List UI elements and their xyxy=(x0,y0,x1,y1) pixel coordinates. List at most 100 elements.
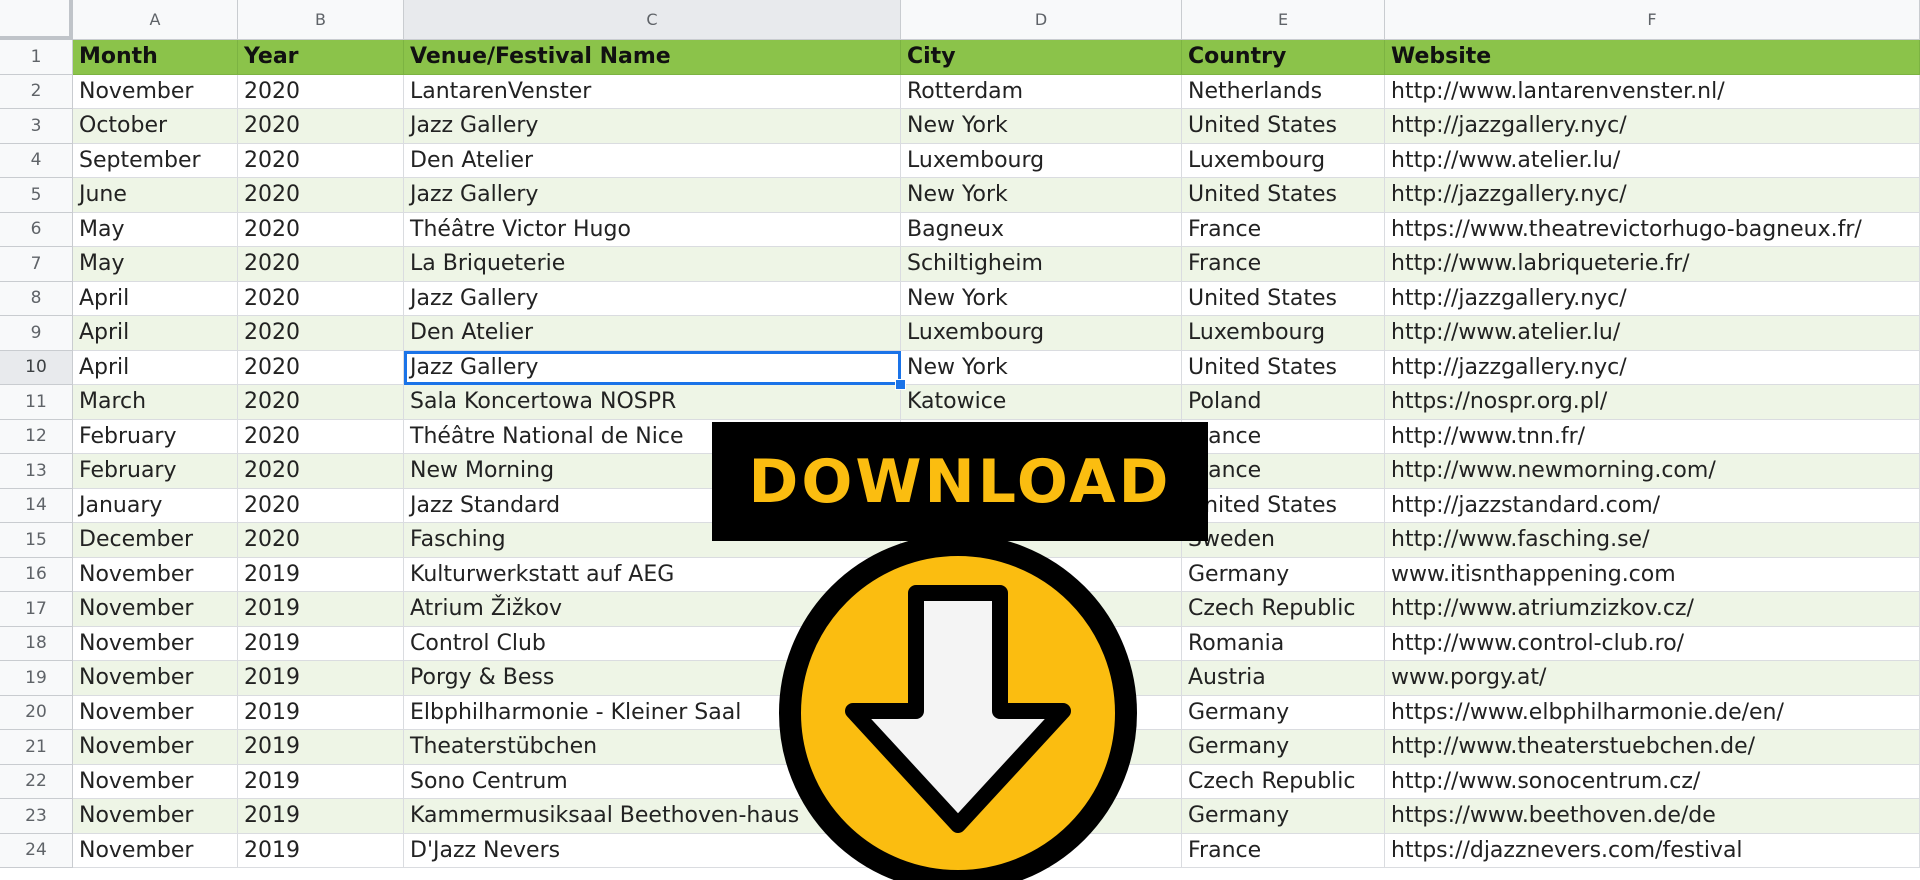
cell-website[interactable]: https://nospr.org.pl/ xyxy=(1385,385,1920,420)
row-header-14[interactable]: 14 xyxy=(0,488,73,523)
cell-country[interactable]: France xyxy=(1182,212,1385,247)
cell-year[interactable]: 2020 xyxy=(238,488,404,523)
cell-month[interactable]: April xyxy=(73,316,238,351)
row-header-19[interactable]: 19 xyxy=(0,661,73,696)
cell-country[interactable]: Poland xyxy=(1182,385,1385,420)
cell-year[interactable]: 2020 xyxy=(238,523,404,558)
cell-website[interactable]: http://www.atriumzizkov.cz/ xyxy=(1385,592,1920,627)
row-header-4[interactable]: 4 xyxy=(0,143,73,178)
cell-country[interactable]: Germany xyxy=(1182,730,1385,765)
cell-country[interactable]: France xyxy=(1182,247,1385,282)
cell-city[interactable]: Rotterdam xyxy=(901,74,1182,109)
cell-month[interactable]: February xyxy=(73,419,238,454)
cell-website[interactable]: http://jazzgallery.nyc/ xyxy=(1385,109,1920,144)
cell-month[interactable]: April xyxy=(73,350,238,385)
row-header-8[interactable]: 8 xyxy=(0,281,73,316)
row-header-2[interactable]: 2 xyxy=(0,74,73,109)
cell-website[interactable]: http://www.atelier.lu/ xyxy=(1385,316,1920,351)
select-all-corner[interactable] xyxy=(0,0,73,40)
row-header-11[interactable]: 11 xyxy=(0,385,73,420)
cell-venue[interactable]: La Briqueterie xyxy=(404,247,901,282)
cell-month[interactable]: May xyxy=(73,212,238,247)
header-cell-venue[interactable]: Venue/Festival Name xyxy=(404,40,901,75)
cell-website[interactable]: http://www.newmorning.com/ xyxy=(1385,454,1920,489)
cell-year[interactable]: 2019 xyxy=(238,592,404,627)
cell-year[interactable]: 2019 xyxy=(238,799,404,834)
row-header-18[interactable]: 18 xyxy=(0,626,73,661)
cell-website[interactable]: http://www.theaterstuebchen.de/ xyxy=(1385,730,1920,765)
cell-country[interactable]: France xyxy=(1182,419,1385,454)
download-arrow-icon[interactable] xyxy=(778,533,1138,880)
header-cell-country[interactable]: Country xyxy=(1182,40,1385,75)
cell-city[interactable]: Schiltigheim xyxy=(901,247,1182,282)
cell-month[interactable]: November xyxy=(73,626,238,661)
header-cell-website[interactable]: Website xyxy=(1385,40,1920,75)
cell-country[interactable]: Sweden xyxy=(1182,523,1385,558)
fill-handle[interactable] xyxy=(895,379,906,390)
row-header-6[interactable]: 6 xyxy=(0,212,73,247)
cell-website[interactable]: http://jazzgallery.nyc/ xyxy=(1385,281,1920,316)
cell-country[interactable]: Austria xyxy=(1182,661,1385,696)
cell-month[interactable]: September xyxy=(73,143,238,178)
cell-venue[interactable]: Jazz Gallery xyxy=(404,178,901,213)
cell-venue[interactable]: Jazz Gallery xyxy=(404,109,901,144)
cell-city[interactable]: Luxembourg xyxy=(901,143,1182,178)
cell-month[interactable]: March xyxy=(73,385,238,420)
column-header-a[interactable]: A xyxy=(73,0,238,40)
cell-month[interactable]: April xyxy=(73,281,238,316)
cell-country[interactable]: Luxembourg xyxy=(1182,143,1385,178)
cell-year[interactable]: 2019 xyxy=(238,557,404,592)
row-header-1[interactable]: 1 xyxy=(0,40,73,75)
cell-venue[interactable]: Théâtre Victor Hugo xyxy=(404,212,901,247)
cell-month[interactable]: December xyxy=(73,523,238,558)
cell-website[interactable]: http://jazzgallery.nyc/ xyxy=(1385,350,1920,385)
cell-year[interactable]: 2019 xyxy=(238,626,404,661)
cell-year[interactable]: 2020 xyxy=(238,454,404,489)
cell-year[interactable]: 2020 xyxy=(238,385,404,420)
cell-year[interactable]: 2019 xyxy=(238,833,404,868)
cell-month[interactable]: October xyxy=(73,109,238,144)
row-header-10[interactable]: 10 xyxy=(0,350,73,385)
row-header-15[interactable]: 15 xyxy=(0,523,73,558)
row-header-7[interactable]: 7 xyxy=(0,247,73,282)
cell-year[interactable]: 2020 xyxy=(238,281,404,316)
cell-country[interactable]: United States xyxy=(1182,178,1385,213)
cell-month[interactable]: November xyxy=(73,695,238,730)
cell-month[interactable]: November xyxy=(73,661,238,696)
cell-year[interactable]: 2019 xyxy=(238,695,404,730)
cell-year[interactable]: 2020 xyxy=(238,212,404,247)
cell-country[interactable]: Germany xyxy=(1182,557,1385,592)
cell-venue[interactable]: Jazz Gallery xyxy=(404,350,901,385)
cell-country[interactable]: Romania xyxy=(1182,626,1385,661)
column-header-d[interactable]: D xyxy=(901,0,1182,40)
cell-year[interactable]: 2020 xyxy=(238,109,404,144)
cell-website[interactable]: http://jazzgallery.nyc/ xyxy=(1385,178,1920,213)
header-cell-year[interactable]: Year xyxy=(238,40,404,75)
row-header-17[interactable]: 17 xyxy=(0,592,73,627)
cell-month[interactable]: November xyxy=(73,799,238,834)
cell-city[interactable]: Katowice xyxy=(901,385,1182,420)
cell-website[interactable]: https://www.elbphilharmonie.de/en/ xyxy=(1385,695,1920,730)
cell-city[interactable]: New York xyxy=(901,109,1182,144)
cell-country[interactable]: Germany xyxy=(1182,695,1385,730)
cell-year[interactable]: 2019 xyxy=(238,764,404,799)
download-banner[interactable]: DOWNLOAD xyxy=(712,422,1208,541)
cell-website[interactable]: http://www.lantarenvenster.nl/ xyxy=(1385,74,1920,109)
cell-country[interactable]: United States xyxy=(1182,109,1385,144)
row-header-20[interactable]: 20 xyxy=(0,695,73,730)
cell-website[interactable]: http://www.control-club.ro/ xyxy=(1385,626,1920,661)
cell-website[interactable]: https://www.theatrevictorhugo-bagneux.fr… xyxy=(1385,212,1920,247)
cell-year[interactable]: 2020 xyxy=(238,247,404,282)
cell-venue[interactable]: Jazz Gallery xyxy=(404,281,901,316)
cell-month[interactable]: June xyxy=(73,178,238,213)
row-header-12[interactable]: 12 xyxy=(0,419,73,454)
cell-country[interactable]: France xyxy=(1182,833,1385,868)
cell-month[interactable]: May xyxy=(73,247,238,282)
row-header-16[interactable]: 16 xyxy=(0,557,73,592)
cell-year[interactable]: 2020 xyxy=(238,178,404,213)
row-header-5[interactable]: 5 xyxy=(0,178,73,213)
column-header-f[interactable]: F xyxy=(1385,0,1920,40)
row-header-21[interactable]: 21 xyxy=(0,730,73,765)
cell-month[interactable]: January xyxy=(73,488,238,523)
row-header-3[interactable]: 3 xyxy=(0,109,73,144)
